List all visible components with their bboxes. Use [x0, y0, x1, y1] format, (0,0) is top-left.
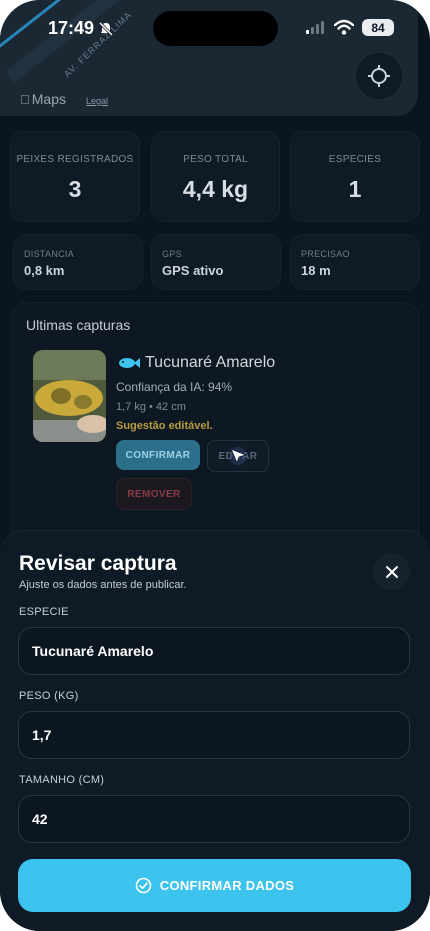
stat-label: ESPECIES [328, 154, 382, 165]
stat-value: 3 [68, 176, 82, 202]
review-capture-sheet: Revisar captura Ajuste os dados antes de… [0, 530, 430, 931]
confirm-data-label: CONFIRMAR DADOS [159, 878, 295, 893]
fish-icon [119, 358, 140, 368]
legal-link[interactable]: Legal [86, 96, 108, 106]
weight-input[interactable]: 1,7 [18, 711, 410, 759]
check-circle-icon [135, 877, 152, 894]
capture-meta: 1,7 kg • 42 cm [116, 401, 186, 413]
stat-value: 1 [348, 176, 362, 202]
crosshair-icon [368, 65, 390, 87]
stat-card-peixes: PEIXES REGISTRADOS 3 [10, 131, 140, 222]
info-value: 18 m [301, 263, 331, 278]
info-value: GPS ativo [162, 263, 224, 278]
capture-hint: Sugestão editável. [116, 420, 213, 432]
app-screen: AV. FERRAZ LIMA  Maps Legal 17:49 [0, 0, 430, 931]
cellular-signal-icon [306, 21, 324, 34]
length-label: TAMANHO (CM) [19, 774, 105, 786]
stat-label: PESO TOTAL [183, 154, 248, 165]
maps-logo-text: Maps [22, 91, 66, 107]
species-label: ESPECIE [19, 606, 69, 618]
battery-indicator: 84 [362, 19, 394, 36]
wifi-icon [334, 19, 354, 35]
status-time: 17:49 [48, 18, 95, 38]
info-label: DISTANCIA [24, 249, 75, 259]
stat-card-especies: ESPECIES 1 [290, 131, 420, 222]
info-label: GPS [162, 249, 182, 259]
panel-title: Ultimas capturas [26, 317, 131, 333]
pointer-cursor-icon [229, 447, 248, 465]
stat-card-peso: PESO TOTAL 4,4 kg [151, 131, 280, 222]
maps-logo:  Maps [20, 91, 66, 107]
locate-button[interactable] [356, 53, 402, 99]
weight-label: PESO (KG) [19, 690, 79, 702]
dynamic-island [153, 11, 278, 46]
stat-label: PEIXES REGISTRADOS [16, 154, 134, 165]
species-input[interactable]: Tucunaré Amarelo [18, 627, 410, 675]
info-label: PRECISAO [301, 249, 350, 259]
length-input[interactable]: 42 [18, 795, 410, 843]
recent-captures-panel: Ultimas capturas Tucunaré Amarelo Confia… [11, 302, 419, 564]
confirm-capture-button[interactable]: CONFIRMAR [116, 440, 200, 470]
info-card-precisao: PRECISAO 18 m [290, 234, 420, 290]
close-button[interactable] [373, 553, 410, 590]
remove-capture-button[interactable]: REMOVER [116, 478, 192, 510]
bell-off-icon [98, 21, 114, 37]
capture-photo[interactable] [33, 350, 106, 442]
close-icon [385, 565, 398, 578]
sheet-title: Revisar captura [19, 552, 177, 575]
info-card-distancia: DISTANCIA 0,8 km [13, 234, 143, 290]
apple-icon:  [20, 92, 30, 107]
stat-value: 4,4 kg [182, 176, 249, 202]
capture-species: Tucunaré Amarelo [145, 354, 276, 371]
confirm-data-button[interactable]: CONFIRMAR DADOS [18, 859, 411, 912]
info-card-gps: GPS GPS ativo [151, 234, 281, 290]
fish-photo-image [33, 350, 106, 442]
capture-confidence: Confiança da IA: 94% [116, 380, 233, 394]
info-value: 0,8 km [24, 263, 65, 278]
sheet-subtitle: Ajuste os dados antes de publicar. [19, 579, 187, 591]
